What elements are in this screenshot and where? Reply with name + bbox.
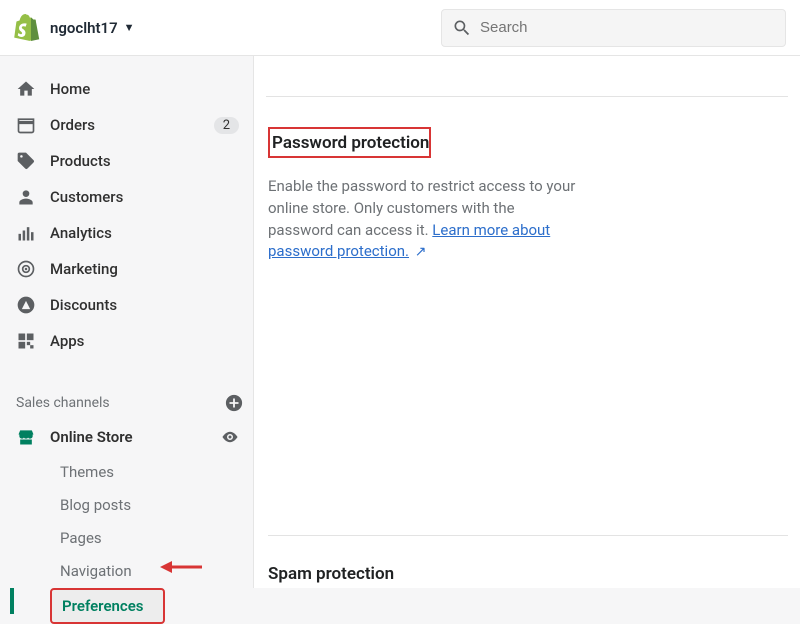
sidebar-item-label: Products <box>50 152 243 170</box>
search-icon <box>452 18 472 38</box>
apps-icon <box>16 331 36 351</box>
online-store-subnav: Themes Blog posts Pages Navigation Prefe… <box>10 456 253 624</box>
sales-channels-title: Sales channels <box>16 395 225 411</box>
view-store-icon[interactable] <box>221 428 239 446</box>
sidebar: Home Orders 2 Products Customers Analyti… <box>0 56 254 588</box>
analytics-icon <box>16 223 36 243</box>
tag-icon <box>16 151 36 171</box>
person-icon <box>16 187 36 207</box>
channel-label: Online Store <box>50 428 221 446</box>
search-input[interactable] <box>480 19 775 36</box>
sidebar-item-customers[interactable]: Customers <box>10 180 253 214</box>
subnav-item-preferences[interactable]: Preferences <box>50 588 165 624</box>
discount-icon <box>16 295 36 315</box>
main-content: Password protection Enable the password … <box>254 56 800 588</box>
home-icon <box>16 79 36 99</box>
orders-count-badge: 2 <box>214 117 239 134</box>
sidebar-item-analytics[interactable]: Analytics <box>10 216 253 250</box>
subnav-item-navigation[interactable]: Navigation <box>50 555 253 587</box>
subnav-item-pages[interactable]: Pages <box>50 522 253 554</box>
divider <box>266 96 788 97</box>
external-link-icon: ↗ <box>415 244 427 260</box>
sales-channels-header: Sales channels <box>10 386 253 420</box>
subnav-item-themes[interactable]: Themes <box>50 456 253 488</box>
sidebar-item-label: Apps <box>50 332 243 350</box>
sidebar-item-marketing[interactable]: Marketing <box>10 252 253 286</box>
password-protection-heading: Password protection <box>268 127 431 158</box>
active-indicator <box>10 588 14 614</box>
orders-icon <box>16 115 36 135</box>
sidebar-item-label: Customers <box>50 188 243 206</box>
sidebar-item-label: Home <box>50 80 243 98</box>
store-name-label: ngoclht17 <box>50 19 118 37</box>
sidebar-item-home[interactable]: Home <box>10 72 253 106</box>
subnav-item-blog-posts[interactable]: Blog posts <box>50 489 253 521</box>
store-switcher[interactable]: ngoclht17 ▼ <box>50 19 135 37</box>
sidebar-item-apps[interactable]: Apps <box>10 324 253 358</box>
password-protection-description: Enable the password to restrict access t… <box>268 176 578 263</box>
sidebar-item-label: Analytics <box>50 224 243 242</box>
sidebar-item-online-store[interactable]: Online Store <box>10 420 253 454</box>
add-channel-icon[interactable] <box>225 394 243 412</box>
sidebar-item-label: Marketing <box>50 260 243 278</box>
target-icon <box>16 259 36 279</box>
search-bar[interactable] <box>441 9 786 47</box>
annotation-arrow-icon <box>160 557 202 577</box>
shopify-logo-icon <box>14 14 40 42</box>
sidebar-item-label: Orders <box>50 116 214 134</box>
sidebar-item-products[interactable]: Products <box>10 144 253 178</box>
store-icon <box>16 427 36 447</box>
sidebar-item-orders[interactable]: Orders 2 <box>10 108 253 142</box>
sidebar-item-label: Discounts <box>50 296 243 314</box>
divider <box>268 535 788 536</box>
app-header: ngoclht17 ▼ <box>0 0 800 56</box>
sidebar-item-discounts[interactable]: Discounts <box>10 288 253 322</box>
spam-protection-heading: Spam protection <box>268 564 788 584</box>
caret-down-icon: ▼ <box>124 21 135 34</box>
